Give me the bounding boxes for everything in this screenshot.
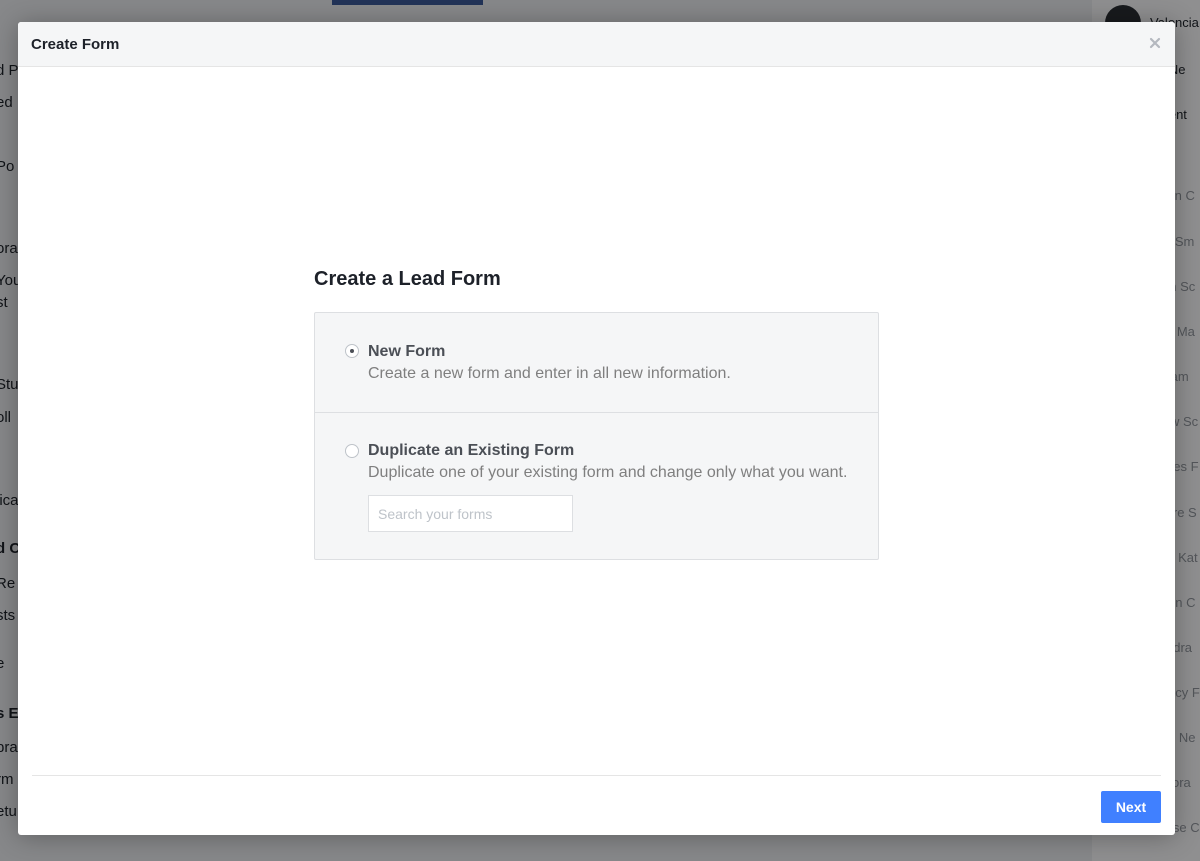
search-forms-input[interactable]: [368, 495, 573, 532]
new-form-radio[interactable]: [345, 344, 359, 358]
duplicate-form-description: Duplicate one of your existing form and …: [368, 464, 848, 481]
close-icon[interactable]: [1147, 35, 1163, 51]
duplicate-form-radio[interactable]: [345, 444, 359, 458]
footer-divider: [32, 775, 1161, 776]
new-form-option[interactable]: New Form Create a new form and enter in …: [315, 313, 878, 412]
dialog-title: Create Form: [31, 36, 120, 53]
duplicate-form-option[interactable]: Duplicate an Existing Form Duplicate one…: [315, 412, 878, 559]
create-form-dialog: Create Form Create a Lead Form New Form …: [18, 22, 1175, 835]
form-type-options: New Form Create a new form and enter in …: [314, 312, 879, 560]
next-button[interactable]: Next: [1101, 791, 1161, 823]
duplicate-form-label[interactable]: Duplicate an Existing Form: [368, 441, 848, 461]
dialog-header: Create Form: [18, 22, 1175, 67]
new-form-description: Create a new form and enter in all new i…: [368, 365, 731, 382]
lead-form-content: Create a Lead Form New Form Create a new…: [314, 266, 879, 560]
new-form-label[interactable]: New Form: [368, 342, 848, 362]
section-title: Create a Lead Form: [314, 268, 501, 290]
